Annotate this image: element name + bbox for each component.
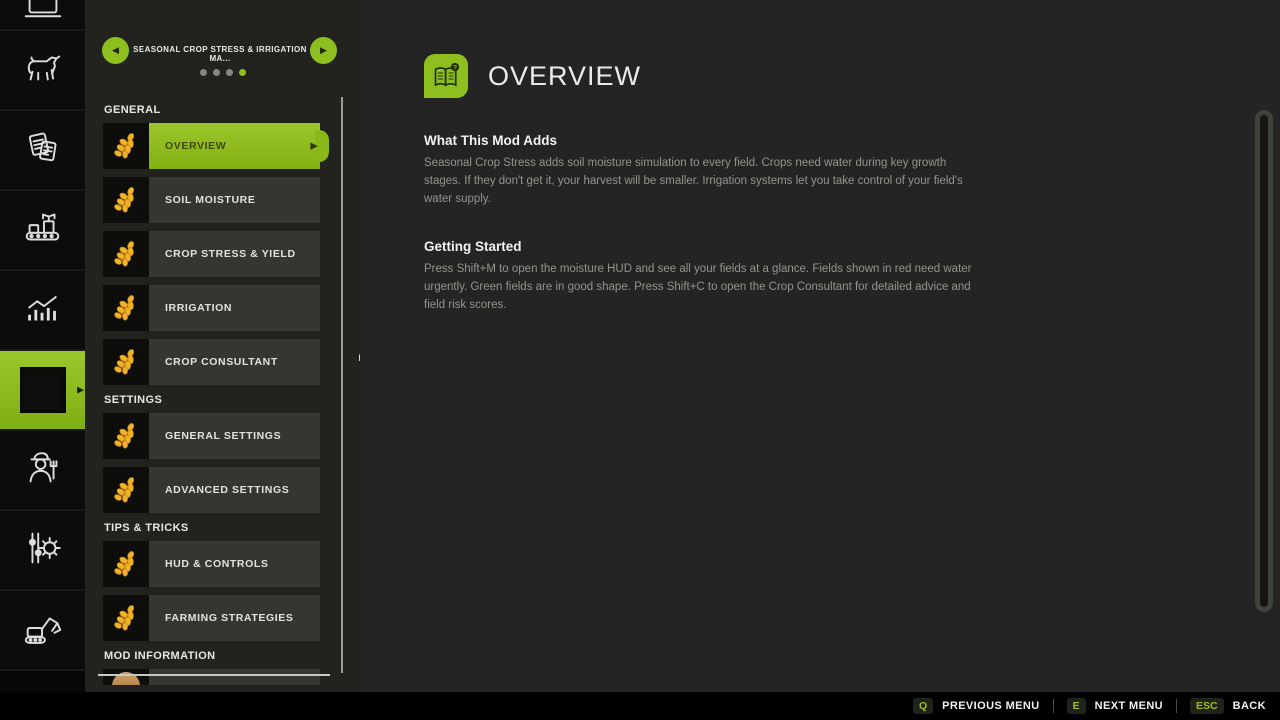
help-content-area: ? OVERVIEW What This Mod Adds Seasonal C…	[360, 0, 1280, 692]
page-title: OVERVIEW	[488, 61, 641, 92]
wheat-icon	[103, 339, 149, 385]
sidebar-item-overview[interactable]: OVERVIEW▶	[103, 123, 320, 169]
sidebar-title: SEASONAL CROP STRESS & IRRIGATION MA...	[133, 45, 307, 63]
wheat-icon	[103, 413, 149, 459]
mod-guide-icon	[20, 367, 66, 413]
contracts-documents-icon	[20, 125, 66, 176]
section-label: GENERAL	[104, 104, 360, 116]
hint-separator	[1176, 699, 1177, 713]
rail-tab-statistics[interactable]	[0, 271, 85, 351]
wheat-icon	[103, 467, 149, 513]
section-body: Press Shift+M to open the moisture HUD a…	[424, 261, 981, 314]
key-hint-bar: Q PREVIOUS MENU E NEXT MENU ESC BACK	[0, 692, 1280, 720]
page-dot-4[interactable]	[239, 69, 246, 76]
hint-label: BACK	[1233, 700, 1266, 712]
rail-tab-animals-cow[interactable]	[0, 31, 85, 111]
section-heading: Getting Started	[424, 239, 981, 254]
mod-author-icon	[103, 669, 149, 685]
key-badge: E	[1067, 698, 1086, 714]
wheat-icon	[103, 285, 149, 331]
sidebar-item-crop-consultant[interactable]: CROP CONSULTANT	[103, 339, 320, 385]
left-icon-rail: ▶	[0, 0, 85, 692]
sidebar-item-label: IRRIGATION	[149, 285, 320, 331]
help-book-icon: ?	[424, 54, 468, 98]
pagination-dots	[85, 69, 360, 76]
sidebar-item-irrigation[interactable]: IRRIGATION	[103, 285, 320, 331]
sidebar-item-label: OVERVIEW▶	[149, 123, 320, 169]
next-page-button[interactable]: ▶	[310, 37, 337, 64]
sidebar-item-label: CROP CONSULTANT	[149, 339, 320, 385]
hint-previous-menu[interactable]: Q PREVIOUS MENU	[913, 698, 1040, 714]
sidebar-item-label: ADVANCED SETTINGS	[149, 467, 320, 513]
hint-separator	[1053, 699, 1054, 713]
section-heading: What This Mod Adds	[424, 133, 981, 148]
sidebar-item-label: CROP STRESS & YIELD	[149, 231, 320, 277]
sidebar-item-label: FARMING STRATEGIES	[149, 595, 320, 641]
screen-icon	[20, 2, 66, 27]
sidebar-item-label	[149, 669, 320, 685]
rail-tab-game-settings[interactable]	[0, 511, 85, 591]
help-section-2: Getting Started Press Shift+M to open th…	[424, 239, 981, 314]
rail-tab-contracts-documents[interactable]	[0, 111, 85, 191]
page-dot-1[interactable]	[200, 69, 207, 76]
wheat-icon	[103, 231, 149, 277]
section-label: SETTINGS	[104, 394, 360, 406]
sidebar-menu: GENERAL OVERVIEW▶ SOIL MOISTURE CROP STRESS…	[85, 95, 360, 692]
sidebar-item-crop-stress-yield[interactable]: CROP STRESS & YIELD	[103, 231, 320, 277]
construction-excavator-icon	[20, 605, 66, 656]
svg-text:?: ?	[453, 64, 457, 71]
sidebar-item-advanced-settings[interactable]: ADVANCED SETTINGS	[103, 467, 320, 513]
sidebar-item-soil-moisture[interactable]: SOIL MOISTURE	[103, 177, 320, 223]
rail-tab-construction-excavator[interactable]	[0, 591, 85, 671]
key-badge: ESC	[1190, 698, 1224, 714]
selected-tab-arrow-icon: ▶	[77, 385, 84, 396]
section-label: TIPS & TRICKS	[104, 522, 360, 534]
farmer-character-icon	[20, 445, 66, 496]
section-body: Seasonal Crop Stress adds soil moisture …	[424, 155, 981, 208]
help-text: What This Mod Adds Seasonal Crop Stress …	[424, 133, 981, 315]
statistics-icon	[20, 285, 66, 336]
wheat-icon	[103, 595, 149, 641]
content-header: ? OVERVIEW	[424, 54, 641, 98]
sidebar-item-hud-controls[interactable]: HUD & CONTROLS	[103, 541, 320, 587]
hint-next-menu[interactable]: E NEXT MENU	[1067, 698, 1163, 714]
menu-cutoff-divider	[98, 674, 330, 676]
animals-cow-icon	[20, 45, 66, 96]
mod-help-screen: ▶ ◀ SEASONAL CROP STRESS & IRRIGATION MA…	[0, 0, 1280, 720]
wheat-icon	[103, 541, 149, 587]
hint-label: NEXT MENU	[1095, 700, 1163, 712]
rail-tab-production[interactable]	[0, 191, 85, 271]
help-sidebar: ◀ SEASONAL CROP STRESS & IRRIGATION MA..…	[85, 0, 360, 692]
sidebar-item-general-settings[interactable]: GENERAL SETTINGS	[103, 413, 320, 459]
content-scrollbar[interactable]	[1255, 110, 1273, 612]
page-dot-2[interactable]	[213, 69, 220, 76]
selected-item-arrow-icon: ▶	[310, 141, 318, 152]
sidebar-item-label: GENERAL SETTINGS	[149, 413, 320, 459]
previous-page-button[interactable]: ◀	[102, 37, 129, 64]
sidebar-item-label: HUD & CONTROLS	[149, 541, 320, 587]
rail-tab-mod-guide[interactable]: ▶	[0, 351, 85, 431]
sidebar-scrollbar[interactable]	[341, 97, 343, 673]
section-label: MOD INFORMATION	[104, 650, 360, 662]
hint-label: PREVIOUS MENU	[942, 700, 1040, 712]
wheat-icon	[103, 123, 149, 169]
page-dot-3[interactable]	[226, 69, 233, 76]
wheat-icon	[103, 177, 149, 223]
rail-tab-screen[interactable]	[0, 0, 85, 31]
rail-tab-farmer-character[interactable]	[0, 431, 85, 511]
sidebar-item-farming-strategies[interactable]: FARMING STRATEGIES	[103, 595, 320, 641]
sidebar-item-mod-info[interactable]	[103, 669, 320, 685]
help-section-1: What This Mod Adds Seasonal Crop Stress …	[424, 133, 981, 208]
game-settings-icon	[20, 525, 66, 576]
key-badge: Q	[913, 698, 933, 714]
sidebar-item-label: SOIL MOISTURE	[149, 177, 320, 223]
production-icon	[20, 205, 66, 256]
hint-back[interactable]: ESC BACK	[1190, 698, 1266, 714]
